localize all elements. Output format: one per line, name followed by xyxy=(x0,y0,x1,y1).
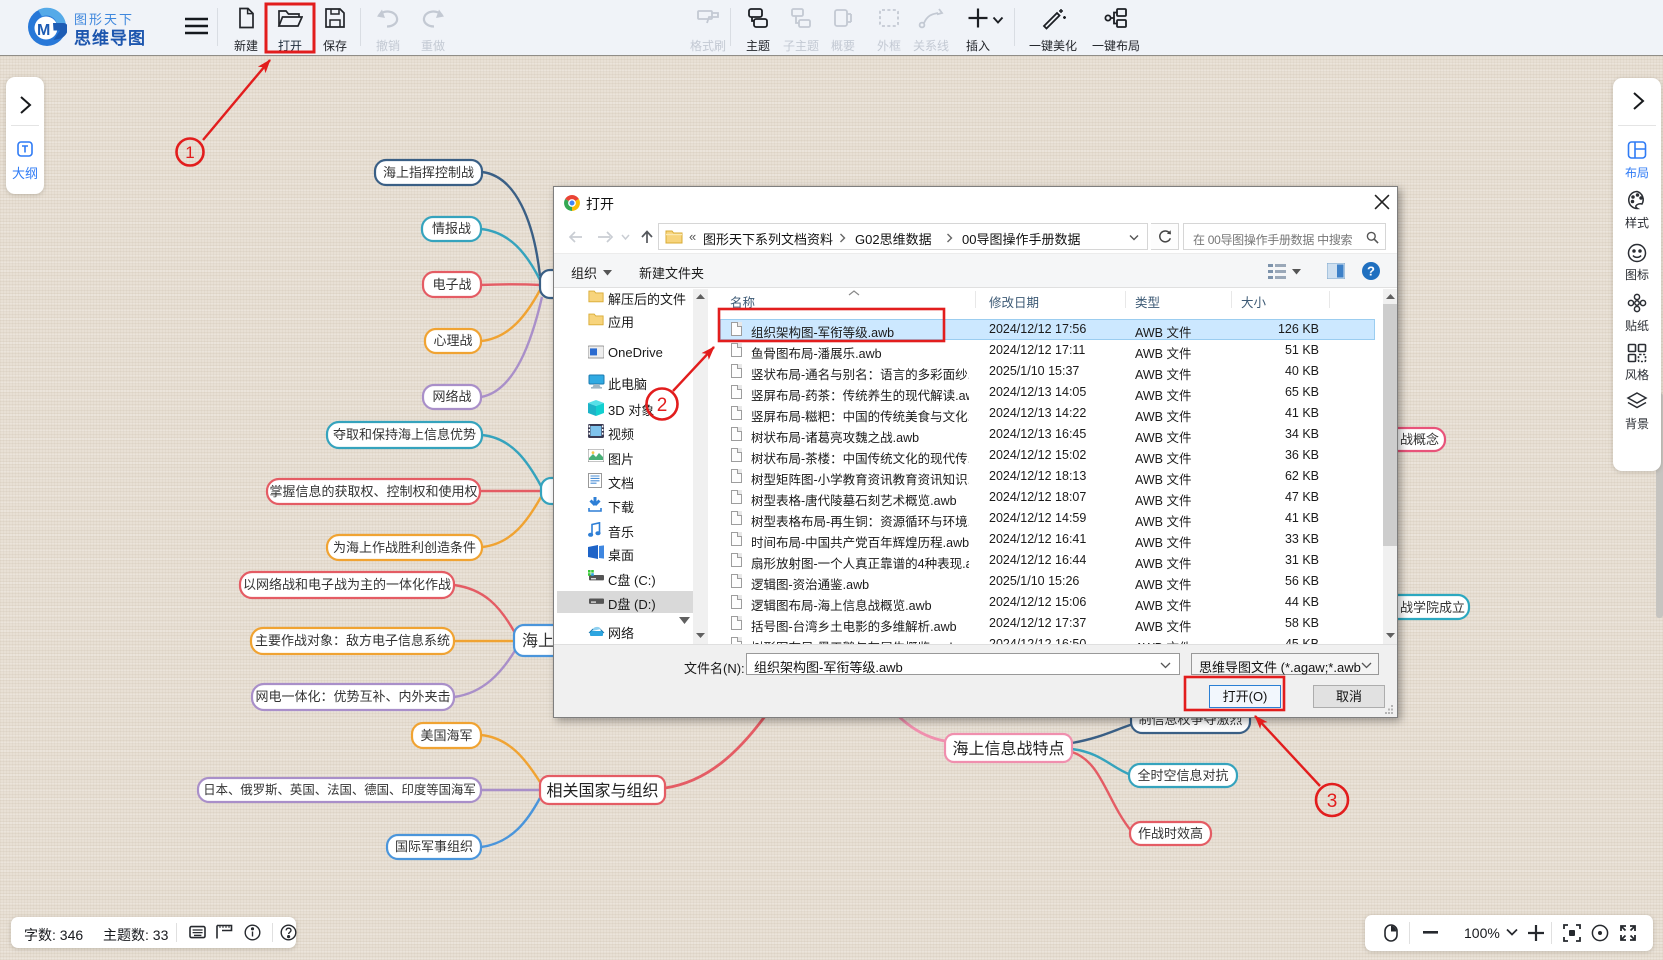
svg-text:电子战: 电子战 xyxy=(432,277,471,292)
svg-text:日本、俄罗斯、英国、法国、德国、印度等国海军: 日本、俄罗斯、英国、法国、德国、印度等国海军 xyxy=(203,782,476,797)
svg-text:为海上作战胜利创造条件: 为海上作战胜利创造条件 xyxy=(333,540,476,555)
svg-text:海上信息战特点: 海上信息战特点 xyxy=(952,740,1064,758)
svg-text:作战时效高: 作战时效高 xyxy=(1138,826,1203,841)
svg-text:战概念: 战概念 xyxy=(1400,432,1439,447)
svg-text:?: ? xyxy=(1367,264,1375,279)
svg-text:夺取和保持海上信息优势: 夺取和保持海上信息优势 xyxy=(333,427,476,442)
svg-text:全时空信息对抗: 全时空信息对抗 xyxy=(1137,768,1228,783)
svg-text:M: M xyxy=(37,22,50,39)
svg-text:掌握信息的获取权、控制权和使用权: 掌握信息的获取权、控制权和使用权 xyxy=(269,484,477,499)
svg-text:主要作战对象：敌方电子信息系统: 主要作战对象：敌方电子信息系统 xyxy=(255,633,450,648)
svg-text:美国海军: 美国海军 xyxy=(420,728,472,743)
svg-text:情报战: 情报战 xyxy=(432,221,471,236)
svg-text:战学院成立: 战学院成立 xyxy=(1400,600,1465,615)
svg-text:心理战: 心理战 xyxy=(433,333,472,348)
svg-text:网电一体化：优势互补、内外夹击: 网电一体化：优势互补、内外夹击 xyxy=(255,689,450,704)
svg-text:国际军事组织: 国际军事组织 xyxy=(395,839,473,854)
svg-text:网络战: 网络战 xyxy=(432,389,471,404)
svg-text:以网络战和电子战为主的一体化作战: 以网络战和电子战为主的一体化作战 xyxy=(243,577,451,592)
svg-text:相关国家与组织: 相关国家与组织 xyxy=(546,782,658,800)
svg-text:海上指挥控制战: 海上指挥控制战 xyxy=(383,165,474,180)
